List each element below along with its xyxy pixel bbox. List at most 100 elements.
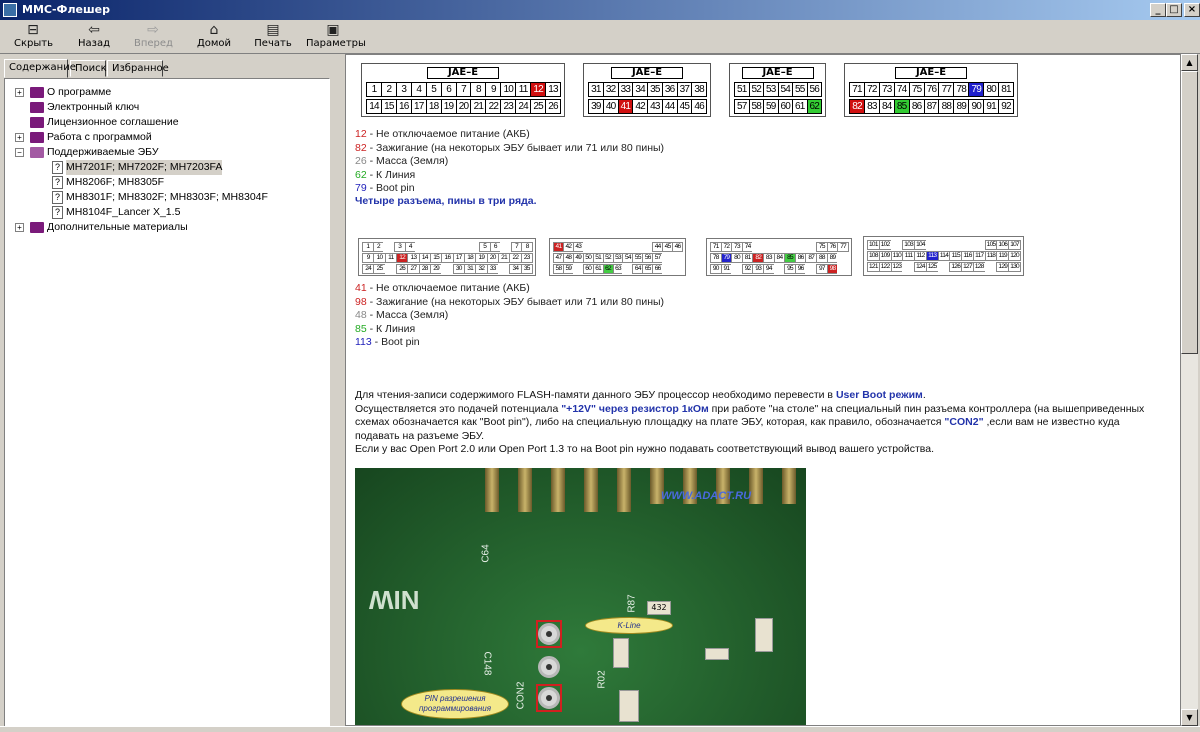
connector-pin [551,468,565,512]
home-icon: ⌂ [209,22,219,38]
pin-cell: 61 [792,99,808,114]
home-button[interactable]: ⌂ Домой [195,21,233,53]
back-button[interactable]: ⇦ Назад [76,21,112,53]
scroll-up-icon[interactable]: ▲ [1181,54,1198,71]
legend-item: 113 - Boot pin [355,336,420,348]
pin-cell: 35 [520,264,533,274]
pin-cell: 77 [837,242,849,252]
pin-cell: 82 [849,99,865,114]
tree-item-mh8104f[interactable]: ? MH8104F_Lancer X_1.5 [15,205,325,220]
expand-icon[interactable]: + [15,223,24,232]
pin-cell: 77 [938,82,955,97]
pin-row: 9 10 11 12 13 14 15 16 17 18 19 20 21 22 23 [362,253,533,263]
pin-cell: 2 [380,82,397,97]
tree-item-about[interactable]: + О программе [15,85,325,100]
pin-cell: 35 [647,82,663,97]
legend-pin: 62 [355,168,367,181]
pin-cell: 55 [792,82,808,97]
connector-2: JAE–E 31 32 33 34 35 36 37 38 39 40 41 42 43 44 45 46 [583,63,711,117]
tree-item-extra[interactable]: + Дополнительные материалы [15,220,325,235]
note-connectors: Четыре разъема, пины в три ряда. [355,195,537,207]
pin-cell: 83 [863,99,880,114]
connector-b4: 101 102 103 104 105 106 107 108 109 110 111 112 113 1… [863,236,1024,276]
connector-1: JAE–E 1 2 3 4 5 6 7 8 9 10 11 12 13 14 15 16 17 18 19 20 21 22… [361,63,565,117]
pin-row: 71 72 73 74 75 76 77 78 79 80 81 [849,82,1014,97]
status-bar [0,726,1200,732]
content-pane: JAE–E 1 2 3 4 5 6 7 8 9 10 11 12 13 14 15 16 17 18 19 20 21 22… [345,54,1181,726]
book-icon [30,102,44,113]
collapse-icon[interactable]: − [15,148,24,157]
pin-row: 57 58 59 60 61 62 [734,99,822,114]
pin-cell: 18 [425,99,442,114]
print-button[interactable]: ▤ Печать [254,21,292,53]
tab-contents[interactable]: Содержание [4,59,76,78]
maximize-button[interactable]: □ [1166,3,1182,17]
legend-pin: 85 [355,322,367,335]
pin-row: 41 42 43 44 45 46 [553,242,683,252]
printer-icon: ▤ [266,22,280,38]
hide-button[interactable]: ⊟ Скрыть [14,21,53,53]
pin-cell: 52 [748,82,764,97]
pin-cell: 4 [410,82,427,97]
pin-cell: 42 [632,99,648,114]
pin-cell: 25 [530,99,547,114]
smd-component [755,618,773,652]
pin-row: 39 40 41 42 43 44 45 46 [588,99,707,114]
scroll-thumb[interactable] [1181,71,1198,354]
pin-cell: 39 [588,99,604,114]
book-icon [30,132,44,143]
tree-item-license[interactable]: Лицензионное соглашение [15,115,325,130]
pin-cell: 37 [676,82,693,97]
expand-icon[interactable]: + [15,133,24,142]
book-icon [30,87,44,98]
pin-cell: 31 [588,82,604,97]
connector-b2: 41 42 43 44 45 46 47 48 49 50 51 52 53 54 55 56 57 58 59 60… [549,238,686,276]
pin-row: 78 79 80 81 82 83 84 85 86 87 88 89 [710,253,849,263]
legend-item: 12 - Не отключаемое питание (АКБ) [355,128,530,140]
book-icon [30,117,44,128]
scroll-down-icon[interactable]: ▼ [1181,709,1198,726]
legend-pin: 48 [355,309,367,321]
pin-row: 47 48 49 50 51 52 53 54 55 56 57 [553,253,683,263]
close-button[interactable]: × [1184,3,1200,17]
tree-item-mh8301f[interactable]: ? MH8301F; MH8302F; MH8303F; MH8304F [15,190,325,205]
tree-item-working[interactable]: + Работа с программой [15,130,325,145]
forward-button[interactable]: ⇨ Вперед [134,21,173,53]
minimize-button[interactable]: _ [1150,3,1166,17]
pin-cell: 87 [923,99,940,114]
pin-cell: 46 [691,99,707,114]
pin-cell: 33 [617,82,634,97]
connector-pin [782,468,796,504]
pin-cell: 59 [763,99,779,114]
pin-cell: 54 [777,82,793,97]
connector-label: JAE–E [611,67,683,79]
options-icon: ▣ [326,22,340,38]
pin-cell: 79 [968,82,985,97]
pin-cell: 10 [500,82,517,97]
pin-cell: 46 [672,242,683,252]
legend-item: 79 - Boot pin [355,182,415,194]
resistor-432: 432 [647,601,671,615]
tree-item-key[interactable]: Электронный ключ [15,100,325,115]
kline-callout: K-Line [585,617,673,634]
pane-splitter[interactable] [336,54,344,732]
silk-c64: C64 [480,544,492,563]
tab-favorites[interactable]: Избранное [107,60,169,77]
tree-item-mh8206f[interactable]: ? MH8206F; MH8305F [15,175,325,190]
vertical-scrollbar[interactable]: ▲ ▼ [1181,54,1198,726]
legend-item: 26 - Масса (Земля) [355,155,449,167]
tree-item-mh7201f[interactable]: ? MH7201F; MH7202F; MH7203FA [15,160,325,175]
pin-row: 14 15 16 17 18 19 20 21 22 23 24 25 26 [366,99,561,114]
options-button[interactable]: ▣ Параметры [306,21,366,53]
pin-cell: 8 [470,82,487,97]
connector-pin [584,468,598,512]
pin-row: 121 122 123 124 125 126 127 128 129 130 [867,262,1021,272]
connector-pin [749,468,763,504]
tree-item-supported-ecu[interactable]: − Поддерживаемые ЭБУ [15,145,325,160]
boot-pin-callout: PIN разрешения программирования [401,689,509,719]
pin-cell: 80 [983,82,1000,97]
legend-pin: 79 [355,182,367,194]
expand-icon[interactable]: + [15,88,24,97]
pin-cell: 85 [893,99,910,114]
pin-cell: 91 [983,99,1000,114]
